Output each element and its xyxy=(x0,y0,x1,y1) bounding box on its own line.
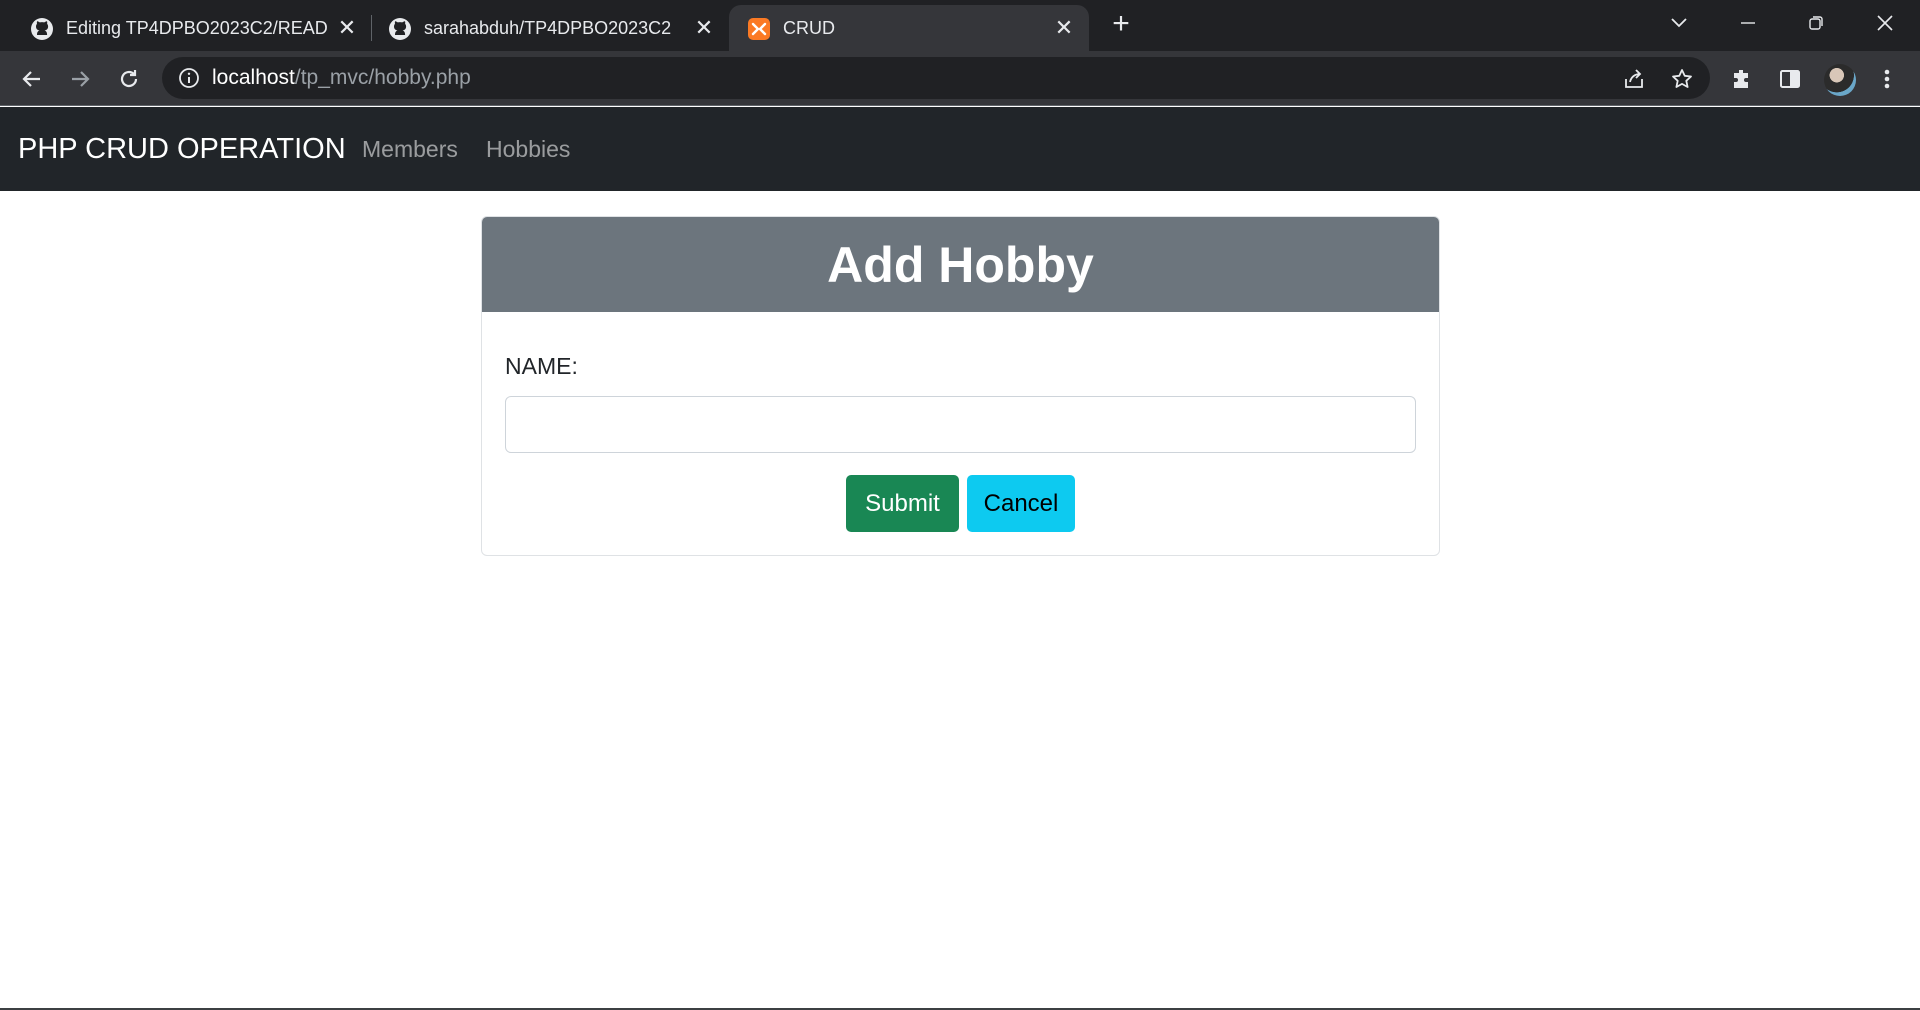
add-hobby-card: Add Hobby NAME: Submit Cancel xyxy=(481,216,1440,556)
profile-avatar[interactable] xyxy=(1824,64,1856,96)
browser-tab-repo[interactable]: sarahabduh/TP4DPBO2023C2 ✕ xyxy=(358,5,730,51)
name-input[interactable] xyxy=(505,396,1416,453)
close-icon[interactable]: ✕ xyxy=(693,17,715,39)
restore-icon[interactable] xyxy=(1798,8,1834,38)
extensions-icon[interactable] xyxy=(1728,65,1756,93)
minimize-icon[interactable] xyxy=(1730,8,1766,38)
app-navbar: PHP CRUD OPERATION Members Hobbies xyxy=(0,107,1920,191)
submit-button[interactable]: Submit xyxy=(846,475,959,532)
site-info-icon[interactable] xyxy=(178,67,200,89)
tab-search-icon[interactable] xyxy=(1661,8,1697,38)
browser-tab-crud[interactable]: CRUD ✕ xyxy=(729,5,1089,51)
new-tab-button[interactable]: + xyxy=(1108,9,1134,39)
name-label: NAME: xyxy=(505,353,578,379)
url-host: localhost xyxy=(212,66,295,89)
browser-toolbar: localhost/tp_mvc/hobby.php xyxy=(0,51,1920,106)
bookmark-star-icon[interactable] xyxy=(1670,67,1694,91)
nav-link-members[interactable]: Members xyxy=(362,107,458,191)
window-close-icon[interactable] xyxy=(1867,8,1903,38)
cancel-button[interactable]: Cancel xyxy=(967,475,1075,532)
url-path: /tp_mvc/hobby.php xyxy=(294,66,471,89)
tab-title: sarahabduh/TP4DPBO2023C2 xyxy=(424,18,672,38)
nav-link-hobbies[interactable]: Hobbies xyxy=(486,107,570,191)
share-icon[interactable] xyxy=(1622,67,1646,91)
address-bar[interactable]: localhost/tp_mvc/hobby.php xyxy=(162,57,1710,99)
tab-title: CRUD xyxy=(783,18,835,38)
more-menu-icon[interactable] xyxy=(1873,65,1901,93)
close-icon[interactable]: ✕ xyxy=(1053,17,1075,39)
forward-icon[interactable] xyxy=(64,63,96,95)
card-header: Add Hobby xyxy=(482,217,1439,312)
reload-icon[interactable] xyxy=(113,63,145,95)
page-title: Add Hobby xyxy=(827,236,1094,293)
xampp-icon xyxy=(747,17,771,41)
github-icon xyxy=(388,17,412,41)
browser-tab-readme[interactable]: Editing TP4DPBO2023C2/READM ✕ xyxy=(0,5,372,51)
close-icon[interactable]: ✕ xyxy=(336,17,358,39)
address-url: localhost/tp_mvc/hobby.php xyxy=(212,57,471,99)
back-icon[interactable] xyxy=(16,63,48,95)
github-icon xyxy=(30,17,54,41)
side-panel-icon[interactable] xyxy=(1776,65,1804,93)
navbar-brand[interactable]: PHP CRUD OPERATION xyxy=(18,107,346,191)
tab-title: Editing TP4DPBO2023C2/READM xyxy=(66,18,328,38)
browser-tab-strip: Editing TP4DPBO2023C2/READM ✕ sarahabduh… xyxy=(0,0,1920,51)
